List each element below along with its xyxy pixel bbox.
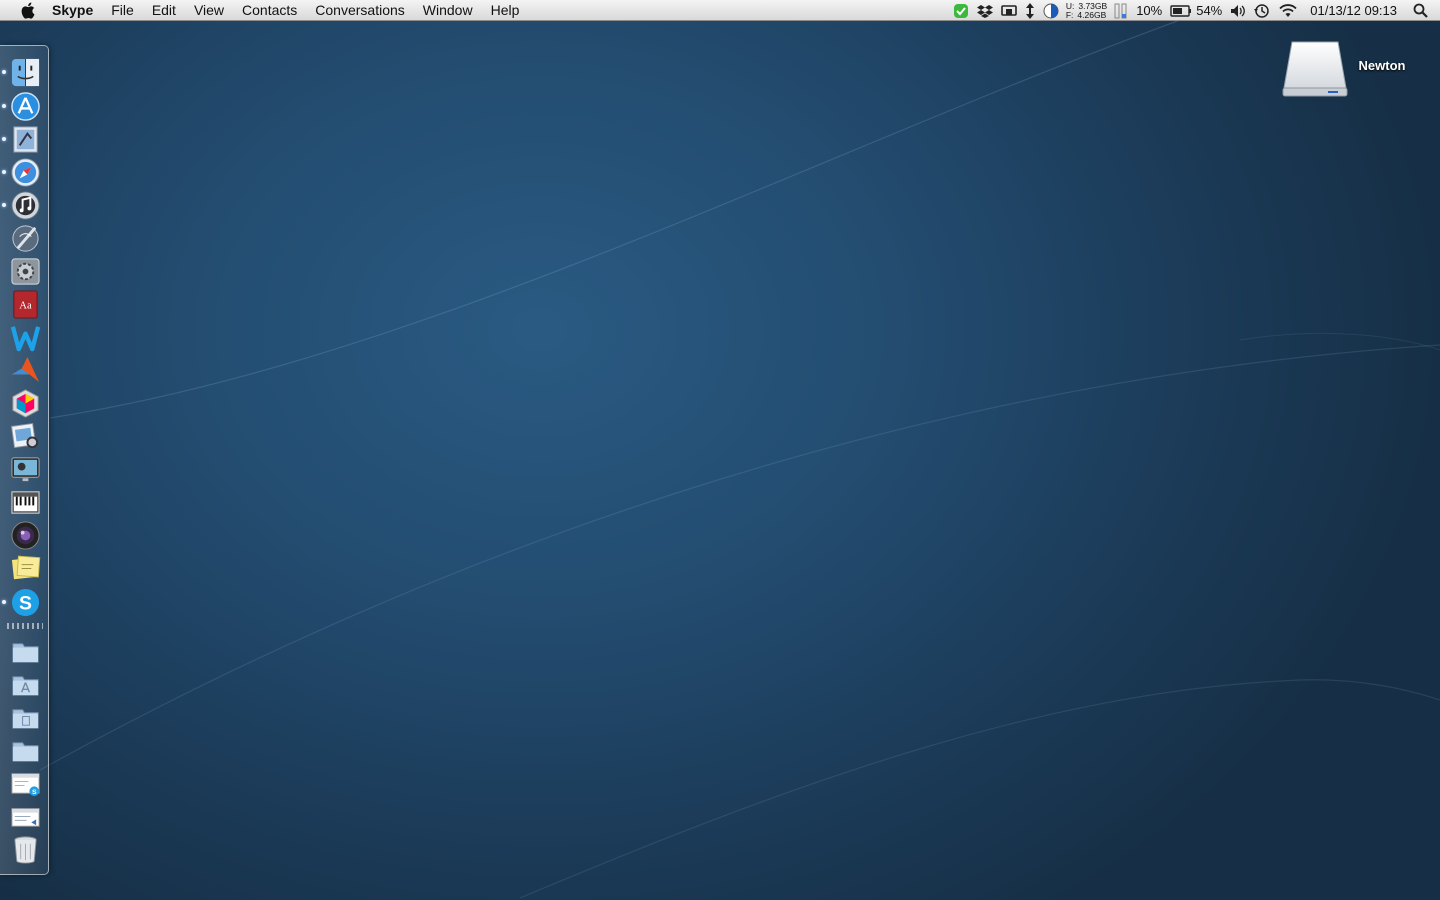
minimized-skype-window-icon: S	[11, 773, 40, 796]
battery-status[interactable]: 54%	[1166, 0, 1226, 21]
applications-folder-icon	[12, 676, 39, 696]
memory-monitor[interactable]: U: 3.73GB F: 4.26GB	[1063, 1, 1110, 20]
downloads-folder-icon	[12, 742, 39, 762]
dock-app-store[interactable]	[2, 90, 42, 123]
drive-label: Newton	[1358, 58, 1406, 73]
battery-percent: 54%	[1196, 3, 1223, 18]
menu-file[interactable]: File	[102, 0, 143, 21]
desktop-wallpaper	[39, 19, 1440, 899]
dock-mail[interactable]	[2, 123, 42, 156]
menu-app-skype[interactable]: Skype	[50, 0, 102, 21]
dock-matlab[interactable]	[9, 354, 42, 387]
apple-menu[interactable]	[18, 1, 36, 19]
dropbox-icon[interactable]	[973, 0, 997, 21]
mail-icon	[13, 126, 38, 153]
dock-home-folder[interactable]	[9, 634, 42, 667]
battery-icon	[1170, 4, 1192, 17]
dock-stickies[interactable]	[9, 552, 42, 585]
writer-w-icon	[10, 326, 41, 352]
safari-icon	[11, 158, 40, 187]
dock-dictionary[interactable]: Aa	[9, 288, 42, 321]
dock-writer[interactable]	[9, 321, 42, 354]
menu-bar: Skype File Edit View Contacts Conversati…	[0, 0, 1440, 21]
wifi-icon[interactable]	[1274, 0, 1302, 21]
dock-photo-booth[interactable]	[9, 453, 42, 486]
running-indicator	[2, 170, 6, 174]
dock-skype-window[interactable]: S	[9, 767, 42, 800]
running-indicator	[2, 203, 6, 207]
photo-booth-icon	[11, 457, 40, 482]
dock-itunes[interactable]	[2, 189, 42, 222]
menu-contacts[interactable]: Contacts	[233, 0, 306, 21]
cpu-usage[interactable]: 10%	[1132, 0, 1166, 21]
dock-documents-folder[interactable]	[9, 700, 42, 733]
running-indicator	[2, 137, 6, 141]
disk-meter-icon[interactable]	[1110, 0, 1132, 21]
skype-icon: S	[11, 588, 40, 617]
dock-separator	[7, 623, 43, 629]
menu-help[interactable]: Help	[482, 0, 529, 21]
stickies-icon	[11, 555, 41, 580]
menu-edit[interactable]: Edit	[143, 0, 185, 21]
dock-skype[interactable]: S	[2, 586, 42, 619]
status-menus: U: 3.73GB F: 4.26GB 10% 54% 01/13/12 09:13	[949, 0, 1440, 21]
matlab-icon	[11, 356, 40, 383]
dock-instruments[interactable]	[9, 222, 42, 255]
dock: Aa S S	[0, 45, 49, 875]
colorsync-icon	[12, 389, 39, 418]
airplay-display-icon[interactable]	[997, 0, 1021, 21]
trash-icon	[14, 836, 37, 864]
drive-icon-newton[interactable]	[1280, 40, 1350, 100]
contrast-icon[interactable]	[1039, 0, 1063, 21]
menu-window[interactable]: Window	[414, 0, 482, 21]
svg-text:S: S	[19, 592, 32, 614]
dock-mail-window[interactable]	[9, 800, 42, 833]
dock-trash[interactable]	[9, 833, 42, 866]
evernote-status-icon[interactable]	[949, 0, 973, 21]
clock[interactable]: 01/13/12 09:13	[1302, 0, 1405, 21]
minimized-mail-window-icon	[11, 808, 40, 827]
dictionary-icon: Aa	[13, 290, 38, 319]
apple-icon	[21, 2, 34, 19]
dock-safari[interactable]	[2, 156, 42, 189]
folder-icon	[12, 643, 39, 663]
svg-text:Aa: Aa	[19, 300, 32, 311]
running-indicator	[2, 104, 6, 108]
system-preferences-icon	[11, 258, 40, 285]
dock-applications-folder[interactable]	[9, 667, 42, 700]
finder-icon	[11, 58, 40, 87]
running-indicator	[2, 600, 6, 604]
memory-free-value: 4.26GB	[1077, 9, 1107, 20]
dock-preview[interactable]	[9, 420, 42, 453]
preview-icon	[10, 422, 39, 449]
dock-system-preferences[interactable]	[9, 255, 42, 288]
aperture-lens-icon	[11, 521, 40, 550]
dock-finder[interactable]	[2, 56, 42, 89]
piano-keyboard-icon	[11, 491, 40, 514]
memory-free-label: F:	[1065, 9, 1074, 20]
instruments-icon	[12, 225, 39, 252]
itunes-icon	[11, 191, 40, 220]
documents-folder-icon	[12, 709, 39, 729]
menu-view[interactable]: View	[185, 0, 233, 21]
volume-icon[interactable]	[1226, 0, 1250, 21]
dock-downloads-folder[interactable]	[9, 733, 42, 766]
dock-aperture[interactable]	[9, 519, 42, 552]
network-activity-icon[interactable]	[1021, 0, 1039, 21]
running-indicator	[2, 70, 6, 74]
dock-piano[interactable]	[9, 486, 42, 519]
time-machine-icon[interactable]	[1250, 0, 1274, 21]
menu-conversations[interactable]: Conversations	[306, 0, 414, 21]
app-store-icon	[11, 92, 40, 121]
dock-colorsync[interactable]	[9, 387, 42, 420]
spotlight-search-icon[interactable]	[1405, 0, 1440, 21]
svg-text:S: S	[32, 789, 37, 796]
